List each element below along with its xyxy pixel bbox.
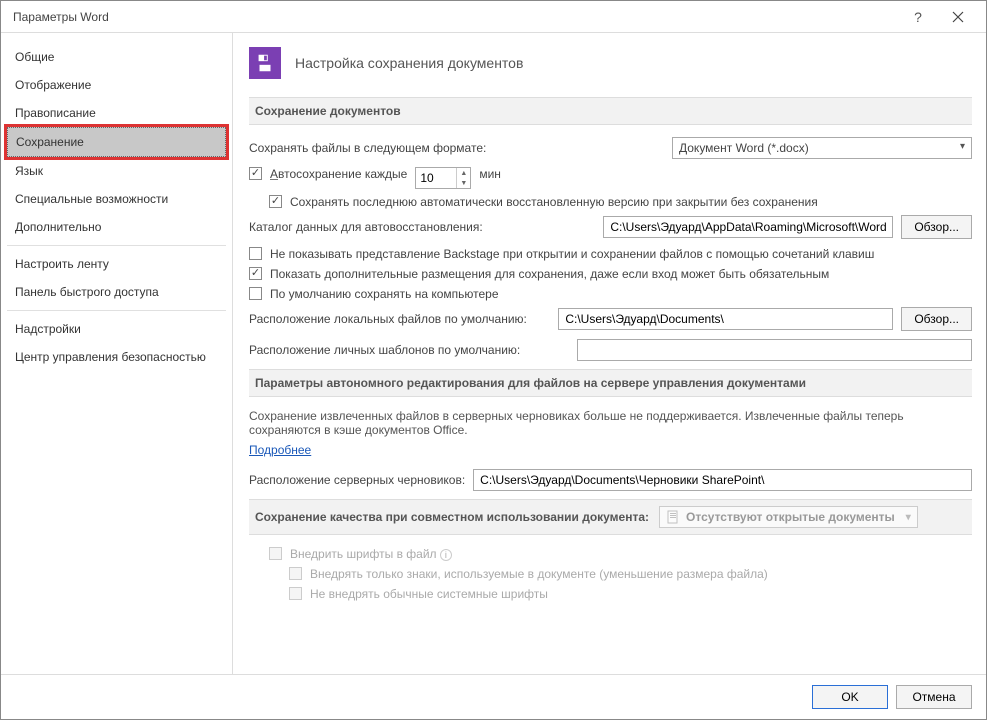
autosave-checkbox[interactable] bbox=[249, 167, 262, 180]
sidebar-item-display[interactable]: Отображение bbox=[7, 71, 226, 99]
sidebar-item-general[interactable]: Общие bbox=[7, 43, 226, 71]
content-pane: Настройка сохранения документов Сохранен… bbox=[233, 33, 986, 674]
server-drafts-input[interactable] bbox=[473, 469, 972, 491]
save-local-default-checkbox[interactable] bbox=[249, 287, 262, 300]
document-icon bbox=[666, 510, 680, 524]
info-icon: i bbox=[440, 549, 452, 561]
save-format-value: Документ Word (*.docx) bbox=[679, 141, 809, 155]
sidebar-item-proofing[interactable]: Правописание bbox=[7, 99, 226, 127]
no-system-fonts-checkbox bbox=[289, 587, 302, 600]
local-files-path-input[interactable] bbox=[558, 308, 893, 330]
autorecover-path-input[interactable] bbox=[603, 216, 893, 238]
cancel-button[interactable]: Отмена bbox=[896, 685, 972, 709]
autorecover-browse-button[interactable]: Обзор... bbox=[901, 215, 972, 239]
close-icon bbox=[952, 11, 964, 23]
sidebar-item-save[interactable]: Сохранение bbox=[7, 127, 226, 157]
sidebar-item-customize-ribbon[interactable]: Настроить ленту bbox=[7, 250, 226, 278]
autosave-interval-spinner[interactable]: ▲▼ bbox=[415, 167, 471, 189]
titlebar: Параметры Word ? bbox=[1, 1, 986, 33]
word-options-window: Параметры Word ? Общие Отображение Право… bbox=[0, 0, 987, 720]
help-button[interactable]: ? bbox=[898, 1, 938, 33]
no-system-fonts-label: Не внедрять обычные системные шрифты bbox=[310, 587, 548, 601]
save-local-default-label: По умолчанию сохранять на компьютере bbox=[270, 287, 499, 301]
no-backstage-checkbox[interactable] bbox=[249, 247, 262, 260]
spinner-up-icon[interactable]: ▲ bbox=[457, 168, 470, 178]
save-icon bbox=[249, 47, 281, 79]
embed-fonts-label: Внедрить шрифты в файл i bbox=[290, 547, 452, 561]
embed-used-only-label: Внедрять только знаки, используемые в до… bbox=[310, 567, 768, 581]
local-files-browse-button[interactable]: Обзор... bbox=[901, 307, 972, 331]
autosave-interval-input[interactable] bbox=[416, 168, 456, 188]
personal-templates-input[interactable] bbox=[577, 339, 972, 361]
local-files-path-label: Расположение локальных файлов по умолчан… bbox=[249, 312, 527, 326]
sidebar-item-addins[interactable]: Надстройки bbox=[7, 315, 226, 343]
dialog-footer: OK Отмена bbox=[1, 674, 986, 719]
page-header: Настройка сохранения документов bbox=[249, 47, 972, 79]
window-title: Параметры Word bbox=[13, 10, 898, 24]
sidebar: Общие Отображение Правописание Сохранени… bbox=[1, 33, 233, 674]
sidebar-item-trust-center[interactable]: Центр управления безопасностью bbox=[7, 343, 226, 371]
embed-fonts-checkbox bbox=[269, 547, 282, 560]
section-offline-editing-title: Параметры автономного редактирования для… bbox=[249, 369, 972, 397]
no-backstage-label: Не показывать представление Backstage пр… bbox=[270, 247, 874, 261]
fidelity-document-value: Отсутствуют открытые документы bbox=[686, 510, 895, 524]
sidebar-item-quick-access[interactable]: Панель быстрого доступа bbox=[7, 278, 226, 306]
section-fidelity-title: Сохранение качества при совместном испол… bbox=[255, 510, 649, 524]
sidebar-separator bbox=[7, 310, 226, 311]
sidebar-item-advanced[interactable]: Дополнительно bbox=[7, 213, 226, 241]
additional-locations-label: Показать дополнительные размещения для с… bbox=[270, 267, 829, 281]
section-fidelity-title-row: Сохранение качества при совместном испол… bbox=[249, 499, 972, 535]
learn-more-link[interactable]: Подробнее bbox=[249, 443, 311, 457]
autosave-unit-label: мин bbox=[479, 167, 501, 181]
server-drafts-label: Расположение серверных черновиков: bbox=[249, 473, 465, 487]
save-format-dropdown[interactable]: Документ Word (*.docx) bbox=[672, 137, 972, 159]
autorecover-path-label: Каталог данных для автовосстановления: bbox=[249, 220, 483, 234]
sidebar-item-language[interactable]: Язык bbox=[7, 157, 226, 185]
embed-used-only-checkbox bbox=[289, 567, 302, 580]
spinner-down-icon[interactable]: ▼ bbox=[457, 178, 470, 188]
keep-last-autorecover-checkbox[interactable] bbox=[269, 195, 282, 208]
save-format-label: Сохранять файлы в следующем формате: bbox=[249, 141, 486, 155]
fidelity-document-dropdown[interactable]: Отсутствуют открытые документы bbox=[659, 506, 918, 528]
additional-locations-checkbox[interactable] bbox=[249, 267, 262, 280]
sidebar-item-accessibility[interactable]: Специальные возможности bbox=[7, 185, 226, 213]
page-title: Настройка сохранения документов bbox=[295, 55, 523, 71]
autosave-label: ААвтосохранение каждыевтосохранение кажд… bbox=[270, 167, 407, 181]
section-save-documents-title: Сохранение документов bbox=[249, 97, 972, 125]
personal-templates-label: Расположение личных шаблонов по умолчани… bbox=[249, 343, 520, 357]
keep-last-autorecover-label: Сохранять последнюю автоматически восста… bbox=[290, 195, 818, 209]
close-button[interactable] bbox=[938, 1, 978, 33]
offline-editing-info: Сохранение извлеченных файлов в серверны… bbox=[249, 409, 972, 437]
ok-button[interactable]: OK bbox=[812, 685, 888, 709]
sidebar-separator bbox=[7, 245, 226, 246]
